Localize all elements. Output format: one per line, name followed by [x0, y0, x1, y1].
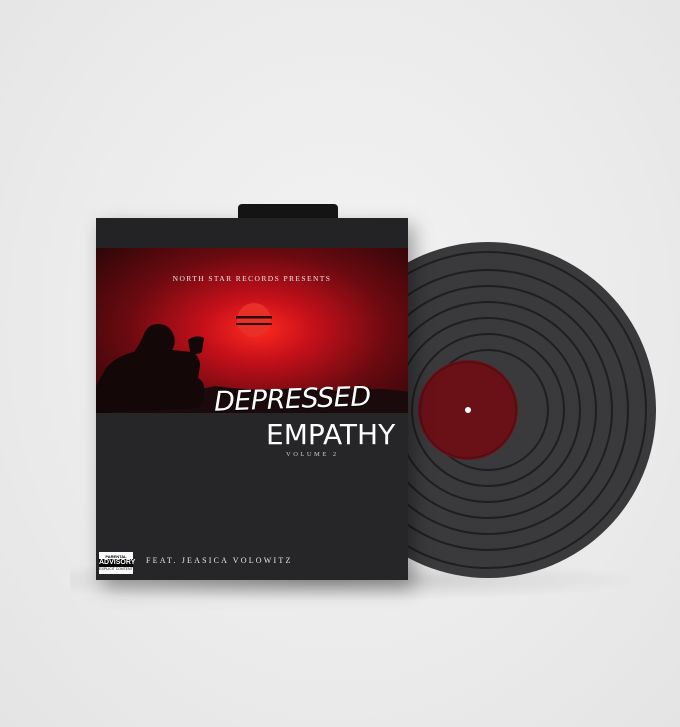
parental-advisory-badge: PARENTAL ADVISORY EXPLICIT CONTENT	[99, 552, 136, 574]
setting-sun	[237, 303, 271, 337]
advisory-middle: ADVISORY	[99, 559, 136, 567]
product-mockup-stage: North Star Records Presents DEPRESSED EM…	[0, 0, 680, 727]
album-cover: North Star Records Presents DEPRESSED EM…	[96, 248, 408, 580]
volume-text: Volume 2	[286, 451, 339, 458]
album-sleeve: North Star Records Presents DEPRESSED EM…	[96, 218, 408, 580]
featuring-text: Feat. Jeasica Volowitz	[146, 556, 293, 565]
presents-text: North Star Records Presents	[172, 274, 332, 283]
album-title-line2: EMPATHY	[266, 418, 396, 451]
advisory-bottom: EXPLICIT CONTENT	[99, 567, 133, 571]
album-title-line1: DEPRESSED	[213, 381, 372, 418]
spindle-hole	[465, 407, 471, 413]
sleeve-top-band	[96, 218, 408, 249]
